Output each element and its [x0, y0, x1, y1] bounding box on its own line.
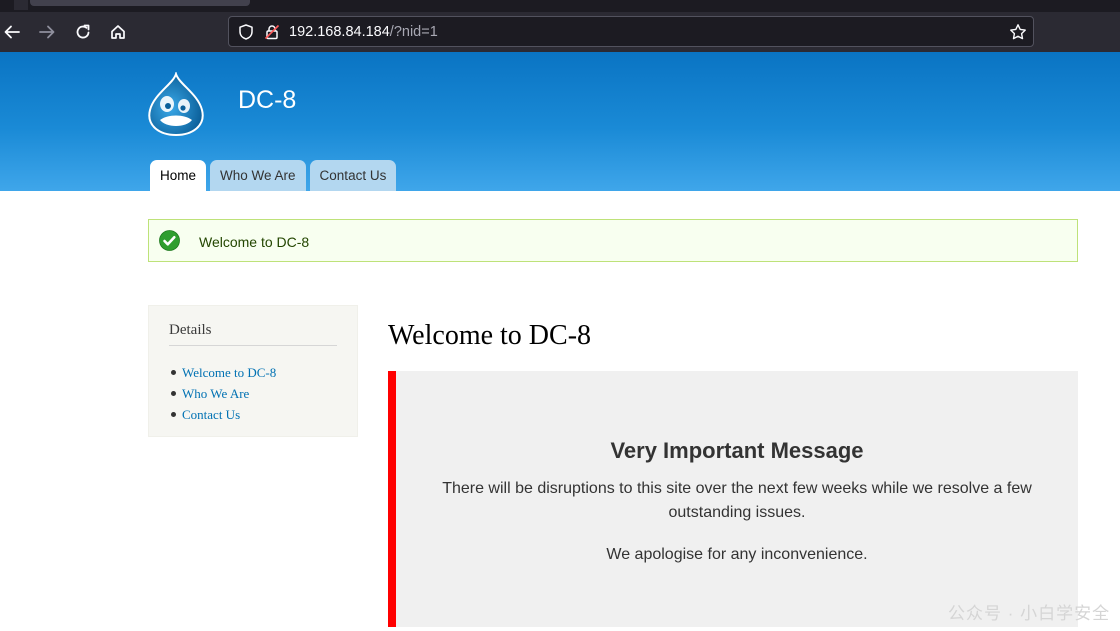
sidebar-details-block: Details Welcome to DC-8 Who We Are Conta… [148, 305, 358, 437]
list-item: Who We Are [171, 383, 276, 404]
drupal-logo[interactable] [146, 72, 206, 136]
sidebar-link-welcome[interactable]: Welcome to DC-8 [182, 365, 276, 381]
page-title: Welcome to DC-8 [388, 320, 592, 351]
insecure-lock-icon[interactable] [263, 23, 281, 41]
main-menu: Home Who We Are Contact Us [150, 160, 397, 191]
sidebar-link-contact-us[interactable]: Contact Us [182, 407, 240, 423]
check-icon [159, 230, 180, 251]
active-browser-tab[interactable] [30, 0, 250, 6]
home-icon [111, 25, 125, 39]
status-message-box: Welcome to DC-8 [148, 219, 1078, 262]
back-arrow-icon [4, 25, 20, 39]
notice-heading: Very Important Message [610, 438, 864, 463]
tab-who-we-are[interactable]: Who We Are [210, 160, 306, 191]
url-path: /?nid=1 [389, 24, 438, 40]
address-bar[interactable]: 192.168.84.184/?nid=1 [228, 16, 1034, 47]
bullet-icon [171, 370, 176, 375]
reload-button[interactable] [71, 20, 95, 44]
tracking-protection-shield-icon[interactable] [237, 23, 255, 41]
notice-paragraph-1: There will be disruptions to this site o… [442, 480, 1032, 521]
bullet-icon [171, 391, 176, 396]
site-name[interactable]: DC-8 [238, 86, 296, 115]
back-button[interactable] [0, 20, 24, 44]
notice-paragraph-2: We apologise for any inconvenience. [606, 546, 868, 563]
forward-arrow-icon [39, 25, 55, 39]
browser-toolbar: 192.168.84.184/?nid=1 [0, 12, 1120, 52]
list-item: Welcome to DC-8 [171, 362, 276, 383]
forward-button[interactable] [35, 20, 59, 44]
status-message-text: Welcome to DC-8 [199, 234, 310, 250]
bullet-icon [171, 412, 176, 417]
tab-strip-corner [14, 0, 28, 10]
browser-tab-strip [0, 0, 1120, 12]
url-text[interactable]: 192.168.84.184/?nid=1 [289, 24, 438, 40]
sidebar-links: Welcome to DC-8 Who We Are Contact Us [171, 362, 276, 425]
bookmark-star-icon[interactable] [1009, 23, 1027, 41]
sidebar-title: Details [169, 322, 337, 346]
tab-home[interactable]: Home [150, 160, 207, 191]
watermark: 公众号 · 小白学安全 [948, 604, 1111, 623]
site-header: DC-8 Home Who We Are Contact Us [0, 52, 1120, 191]
important-notice-box: Very Important Message There will be dis… [388, 371, 1078, 627]
url-host: 192.168.84.184 [289, 24, 390, 40]
sidebar-link-who-we-are[interactable]: Who We Are [182, 386, 249, 402]
home-button[interactable] [106, 20, 130, 44]
reload-icon [76, 24, 90, 39]
tab-contact-us[interactable]: Contact Us [309, 160, 397, 191]
list-item: Contact Us [171, 404, 276, 425]
